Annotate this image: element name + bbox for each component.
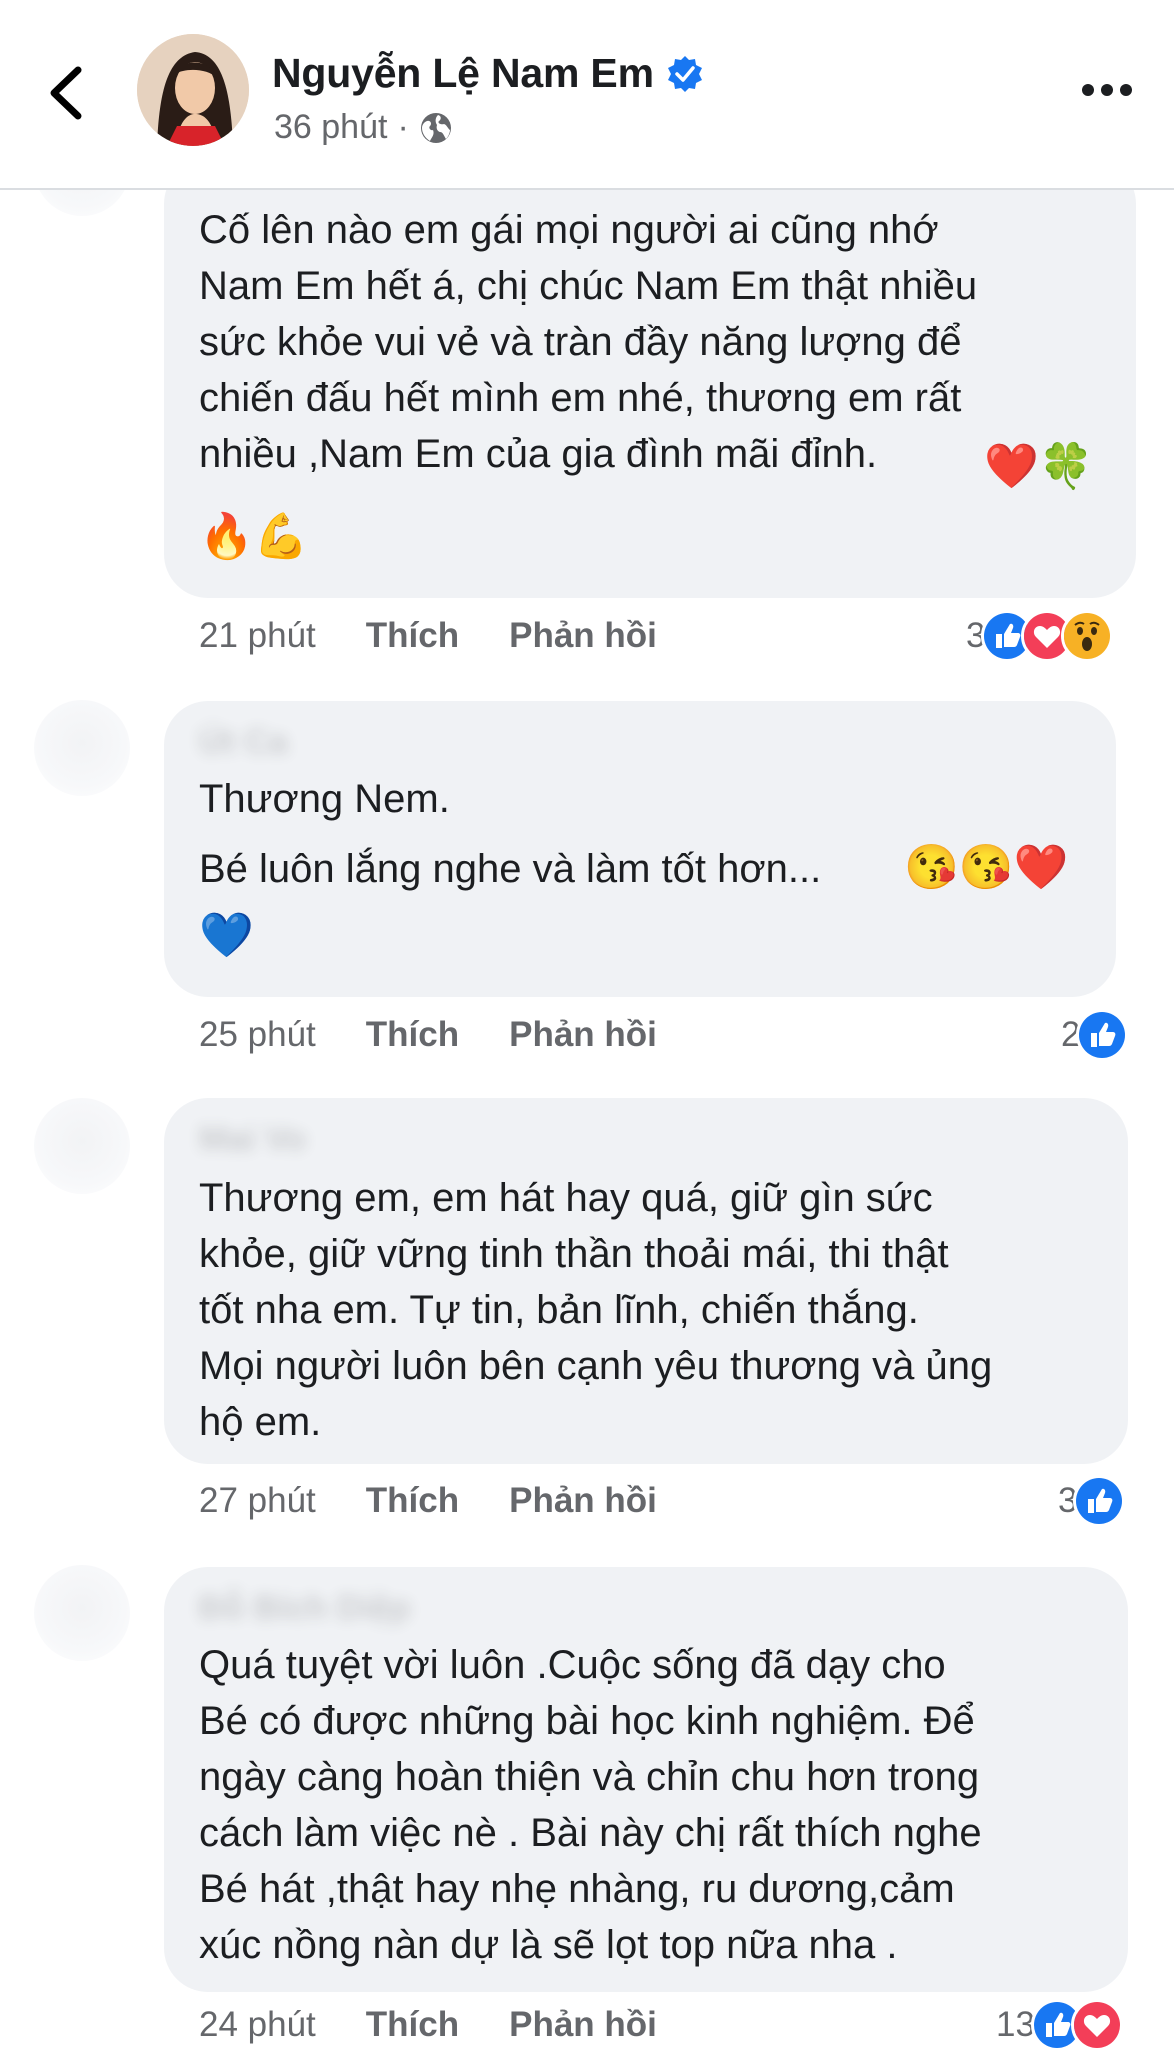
author-avatar[interactable] <box>137 34 249 146</box>
commenter-avatar[interactable] <box>34 700 130 796</box>
love-reaction-icon <box>1070 1999 1123 2051</box>
back-button[interactable] <box>40 58 92 128</box>
like-reaction-icon <box>1076 1009 1129 1061</box>
comment-meta: 27 phút Thích Phản hồi <box>199 1476 657 1526</box>
author-name[interactable]: Nguyễn Lệ Nam Em <box>272 50 654 97</box>
comment-bubble: Đỗ Bích Diệp Quá tuyệt vời luôn .Cuộc số… <box>164 1567 1128 1992</box>
reply-button[interactable]: Phản hồi <box>509 616 657 656</box>
wow-reaction-icon <box>1061 610 1114 662</box>
comment-bubble: Mai Vo Thương em, em hát hay quá, giữ gì… <box>164 1098 1128 1464</box>
comment-emoji: 💙 <box>199 911 254 960</box>
comment-meta: 25 phút Thích Phản hồi <box>199 1010 657 1060</box>
comment-emoji: ❤️🍀 <box>984 442 1094 491</box>
commenter-avatar[interactable] <box>34 1098 130 1194</box>
globe-icon <box>420 112 451 143</box>
comment-meta: 24 phút Thích Phản hồi <box>199 2000 657 2050</box>
commenter-name[interactable]: Đỗ Bích Diệp <box>199 1589 411 1628</box>
verified-badge-icon <box>667 55 702 92</box>
commenter-avatar[interactable] <box>34 1565 130 1661</box>
reply-button[interactable]: Phản hồi <box>509 1481 657 1521</box>
more-options-button[interactable] <box>1080 78 1134 102</box>
reaction-summary[interactable]: 3 <box>1058 1475 1126 1527</box>
post-time[interactable]: 36 phút <box>274 108 387 147</box>
comment-time[interactable]: 24 phút <box>199 2005 316 2045</box>
comment-bubble: Cố lên nào em gái mọi người ai cũng nhớ … <box>164 160 1136 598</box>
comment-meta: 21 phút Thích Phản hồi <box>199 611 657 661</box>
comment-bubble: Út Ca Thương Nem. Bé luôn lắng nghe và l… <box>164 701 1116 997</box>
comment-text: Thương Nem. <box>199 777 450 821</box>
comment-text: Bé luôn lắng nghe và làm tốt hơn... <box>199 847 822 891</box>
comment-text: Quá tuyệt vời luôn .Cuộc sống đã dạy cho… <box>199 1643 982 1967</box>
like-button[interactable]: Thích <box>366 1481 459 1521</box>
comment-text: Cố lên nào em gái mọi người ai cũng nhớ … <box>199 208 978 476</box>
like-reaction-icon <box>1073 1475 1126 1527</box>
reaction-summary[interactable]: 3 <box>966 610 1114 662</box>
reaction-summary[interactable]: 13 <box>996 1999 1123 2051</box>
comment-text: Thương em, em hát hay quá, giữ gìn sức k… <box>199 1176 993 1444</box>
like-button[interactable]: Thích <box>366 2005 459 2045</box>
like-button[interactable]: Thích <box>366 616 459 656</box>
reaction-summary[interactable]: 2 <box>1061 1009 1129 1061</box>
comment-emoji: 😘😘❤️ <box>904 843 1069 892</box>
meta-separator: · <box>397 108 409 146</box>
comment-emoji: 🔥💪 <box>199 512 309 561</box>
chevron-left-icon <box>50 66 82 120</box>
reaction-count: 13 <box>996 2005 1035 2044</box>
more-horizontal-icon <box>1082 84 1132 96</box>
like-button[interactable]: Thích <box>366 1015 459 1055</box>
comment-time[interactable]: 27 phút <box>199 1481 316 1521</box>
commenter-name[interactable]: Út Ca <box>199 723 288 762</box>
commenter-name[interactable]: Mai Vo <box>199 1120 306 1159</box>
comment-time[interactable]: 21 phút <box>199 616 316 656</box>
post-header: Nguyễn Lệ Nam Em 36 phút · <box>0 0 1174 190</box>
reply-button[interactable]: Phản hồi <box>509 1015 657 1055</box>
reply-button[interactable]: Phản hồi <box>509 2005 657 2045</box>
comment-time[interactable]: 25 phút <box>199 1015 316 1055</box>
